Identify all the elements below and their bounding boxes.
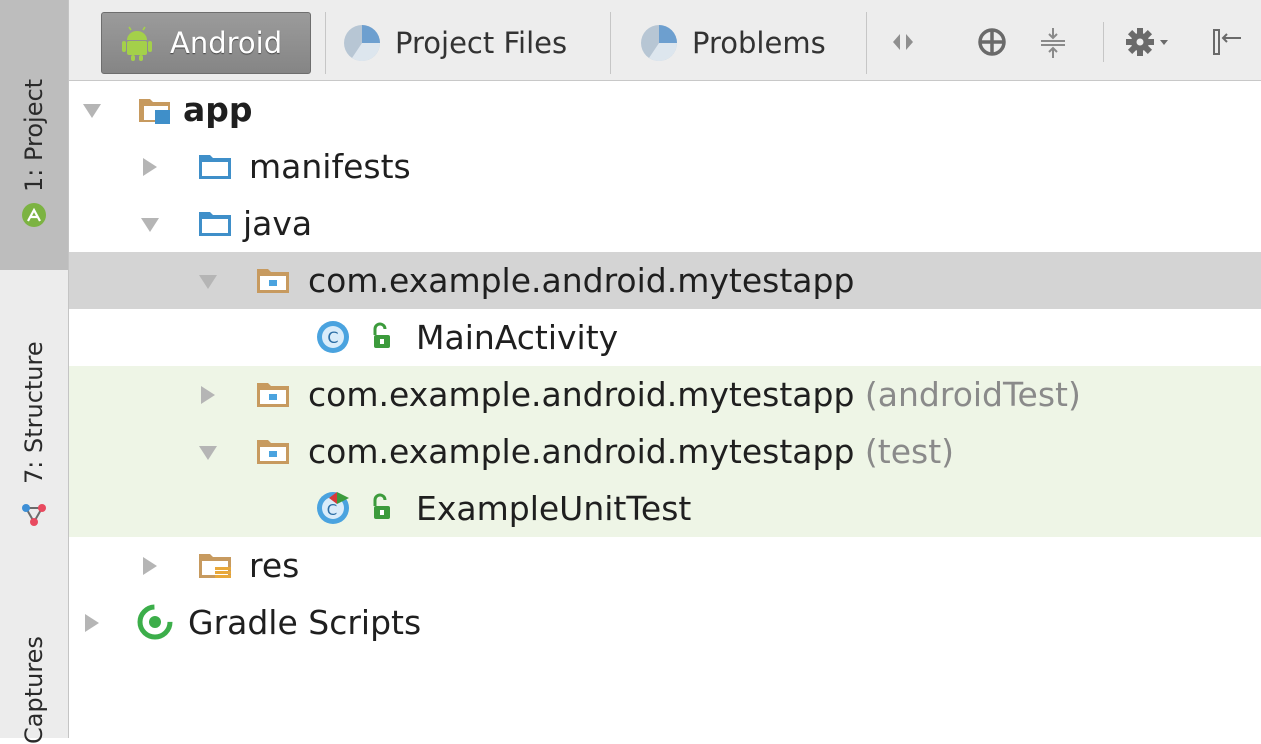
settings-icon[interactable] — [1124, 24, 1172, 60]
tab-project-files-label: Project Files — [395, 26, 568, 60]
tab-project-files[interactable]: Project Files — [327, 12, 589, 74]
project-toolbar: Android Project Files Problems — [69, 0, 1261, 81]
expand-arrow-icon[interactable] — [139, 213, 161, 235]
hide-panel-icon[interactable] — [1209, 24, 1245, 60]
tree-row-manifests[interactable]: manifests — [69, 138, 1261, 195]
package-icon — [257, 440, 289, 464]
project-tool-label: 1: Project — [20, 78, 48, 192]
package-icon — [257, 269, 289, 293]
collapse-arrow-icon[interactable] — [81, 612, 103, 634]
tree-row-res[interactable]: res — [69, 537, 1261, 594]
expand-arrow-icon[interactable] — [197, 270, 219, 292]
captures-tool-button[interactable]: Captures — [0, 578, 68, 744]
tree-row-package-main[interactable]: com.example.android.mytestapp — [69, 252, 1261, 309]
structure-tool-button[interactable]: 7: Structure — [0, 290, 68, 560]
tree-label: com.example.android.mytestapp — [308, 261, 855, 300]
scroll-tabs-icon[interactable] — [885, 24, 921, 60]
source-set-suffix: (test) — [864, 432, 955, 471]
tab-problems-label: Problems — [692, 26, 826, 60]
tree-row-gradle-scripts[interactable]: Gradle Scripts — [69, 594, 1261, 651]
tab-problems[interactable]: Problems — [624, 12, 856, 74]
resource-folder-icon — [199, 554, 231, 578]
android-icon — [22, 203, 46, 227]
pie-icon — [344, 25, 381, 62]
expand-arrow-icon[interactable] — [81, 99, 103, 121]
tree-row-java[interactable]: java — [69, 195, 1261, 252]
svg-text:C: C — [327, 501, 337, 519]
tree-label: res — [249, 546, 300, 585]
module-folder-icon — [139, 99, 170, 124]
tree-row-package-android-test[interactable]: com.example.android.mytestapp (androidTe… — [69, 366, 1261, 423]
captures-tool-label: Captures — [20, 636, 48, 744]
tree-label: MainActivity — [416, 318, 619, 357]
tab-android-label: Android — [170, 26, 283, 60]
package-icon — [257, 383, 289, 407]
folder-icon — [199, 212, 231, 236]
tab-divider — [325, 12, 326, 74]
class-icon: C — [317, 321, 349, 353]
android-icon — [122, 26, 152, 61]
tab-divider — [610, 12, 611, 74]
structure-tool-label: 7: Structure — [20, 341, 48, 484]
folder-icon — [199, 155, 231, 179]
test-class-icon: C — [317, 492, 349, 524]
locate-icon[interactable] — [974, 24, 1010, 60]
collapse-arrow-icon[interactable] — [139, 156, 161, 178]
collapse-arrow-icon[interactable] — [197, 384, 219, 406]
tree-label: com.example.android.mytestapp — [308, 432, 855, 471]
collapse-arrow-icon[interactable] — [139, 555, 161, 577]
tab-divider — [866, 12, 867, 74]
gradle-icon — [137, 604, 173, 640]
tree-label: Gradle Scripts — [188, 603, 422, 642]
unlocked-icon — [373, 322, 390, 348]
unlocked-icon — [373, 493, 390, 519]
pie-icon — [641, 25, 677, 62]
tree-label: manifests — [249, 147, 411, 186]
tree-label: ExampleUnitTest — [416, 489, 692, 528]
collapse-all-icon[interactable] — [1035, 24, 1071, 60]
tab-android[interactable]: Android — [101, 12, 311, 74]
structure-icon — [22, 504, 46, 526]
svg-text:C: C — [327, 328, 338, 347]
expand-arrow-icon[interactable] — [197, 441, 219, 463]
source-set-suffix: (androidTest) — [864, 375, 1081, 414]
tree-label: app — [183, 90, 253, 129]
tool-window-stripe: 1: Project 7: Structure Captures — [0, 0, 69, 744]
tree-row-app[interactable]: app — [69, 81, 1261, 138]
toolbar-divider — [1103, 22, 1104, 62]
project-tool-button[interactable]: 1: Project — [0, 0, 68, 270]
tree-row-example-unit-test[interactable]: C ExampleUnitTest — [69, 480, 1261, 537]
tree-row-main-activity[interactable]: C MainActivity — [69, 309, 1261, 366]
tree-row-package-test[interactable]: com.example.android.mytestapp (test) — [69, 423, 1261, 480]
tree-label: com.example.android.mytestapp — [308, 375, 855, 414]
tree-label: java — [243, 204, 313, 243]
